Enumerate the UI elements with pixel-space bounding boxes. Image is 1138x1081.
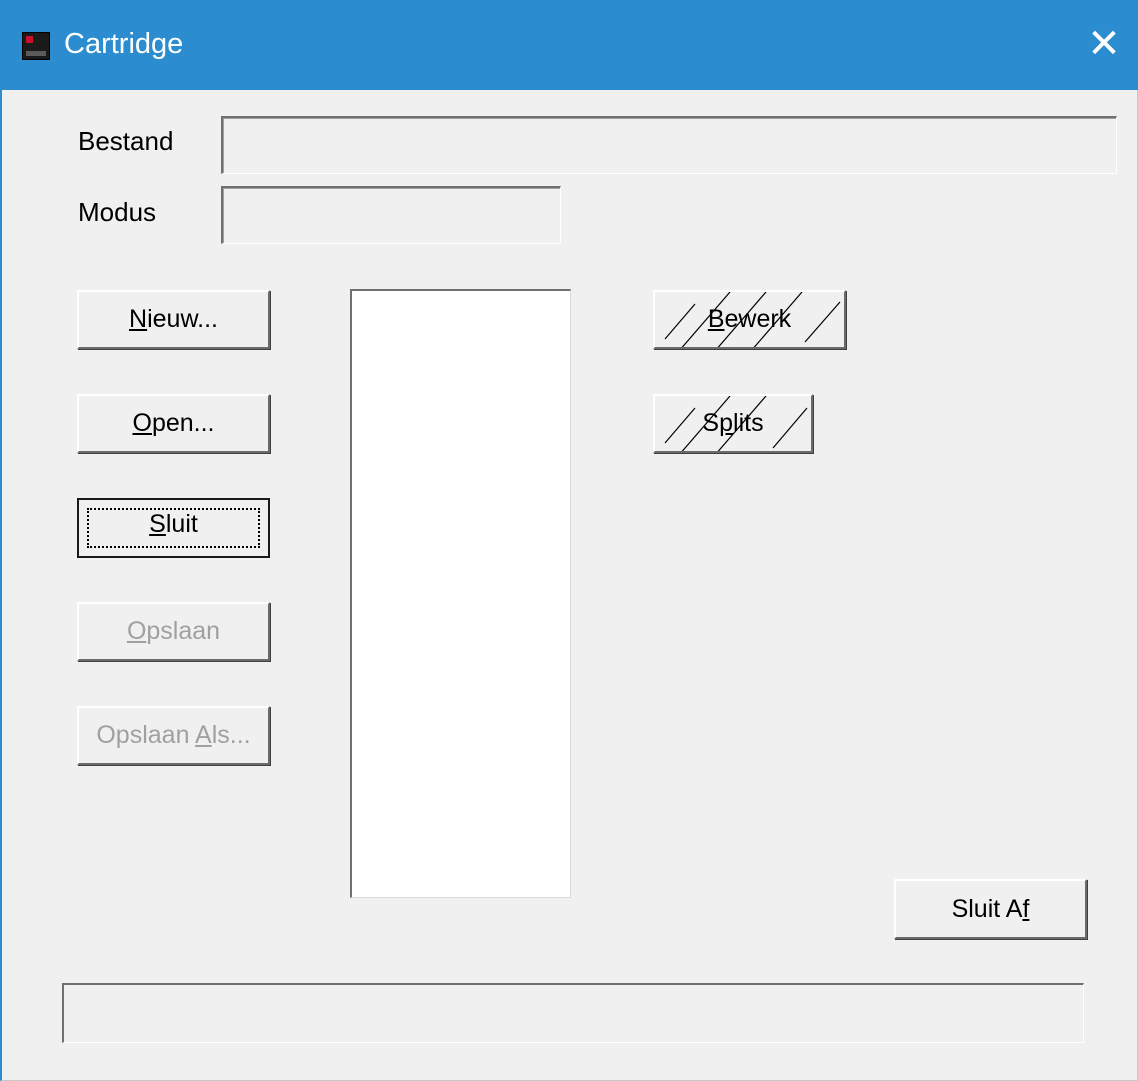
opslaan-als-rest: ls... xyxy=(211,721,251,749)
opslaan-label-rest: pslaan xyxy=(146,617,221,645)
bewerk-label-rest: ewerk xyxy=(724,305,792,333)
splits-prefix: S xyxy=(702,409,720,437)
sluit-af-button[interactable]: Sluit Af xyxy=(894,879,1087,939)
app-icon xyxy=(22,32,50,60)
nieuw-mnemonic: N xyxy=(129,305,148,333)
splits-label-rest: lits xyxy=(733,409,764,437)
opslaan-als-prefix: Opslaan xyxy=(96,721,196,749)
modus-label: Modus xyxy=(78,197,157,227)
bewerk-mnemonic: B xyxy=(707,305,725,333)
open-button[interactable]: Open... xyxy=(77,394,270,453)
modus-field[interactable] xyxy=(221,186,561,244)
cartridge-dialog-window: Cartridge ✕ Bestand Modus Nieuw... Open.… xyxy=(0,0,1138,1081)
close-icon[interactable]: ✕ xyxy=(1084,24,1124,66)
bewerk-button[interactable]: Bewerk xyxy=(653,290,846,349)
sluit-button[interactable]: Sluit xyxy=(77,498,270,558)
open-mnemonic: O xyxy=(132,409,152,437)
nieuw-label-rest: ieuw... xyxy=(147,305,218,333)
sluit-mnemonic: S xyxy=(149,509,166,538)
splits-button[interactable]: Splits xyxy=(653,394,813,453)
sluit-af-prefix: Sluit A xyxy=(951,894,1023,923)
sluit-label-rest: luit xyxy=(165,509,198,538)
sluit-af-mnemonic: f xyxy=(1022,894,1030,923)
status-bar xyxy=(62,983,1084,1043)
window-title: Cartridge xyxy=(64,28,184,60)
nieuw-button[interactable]: Nieuw... xyxy=(77,290,270,349)
bestand-label: Bestand xyxy=(78,126,174,156)
title-bar[interactable]: Cartridge ✕ xyxy=(2,0,1138,90)
cartridge-listbox[interactable] xyxy=(350,289,571,898)
opslaan-button[interactable]: Opslaan xyxy=(77,602,270,661)
opslaan-als-mnemonic: A xyxy=(195,721,212,749)
open-label-rest: pen... xyxy=(151,409,215,437)
splits-mnemonic: p xyxy=(719,409,734,437)
opslaan-als-button[interactable]: Opslaan Als... xyxy=(77,706,270,765)
bestand-field[interactable] xyxy=(221,116,1117,174)
opslaan-mnemonic: O xyxy=(126,617,147,645)
